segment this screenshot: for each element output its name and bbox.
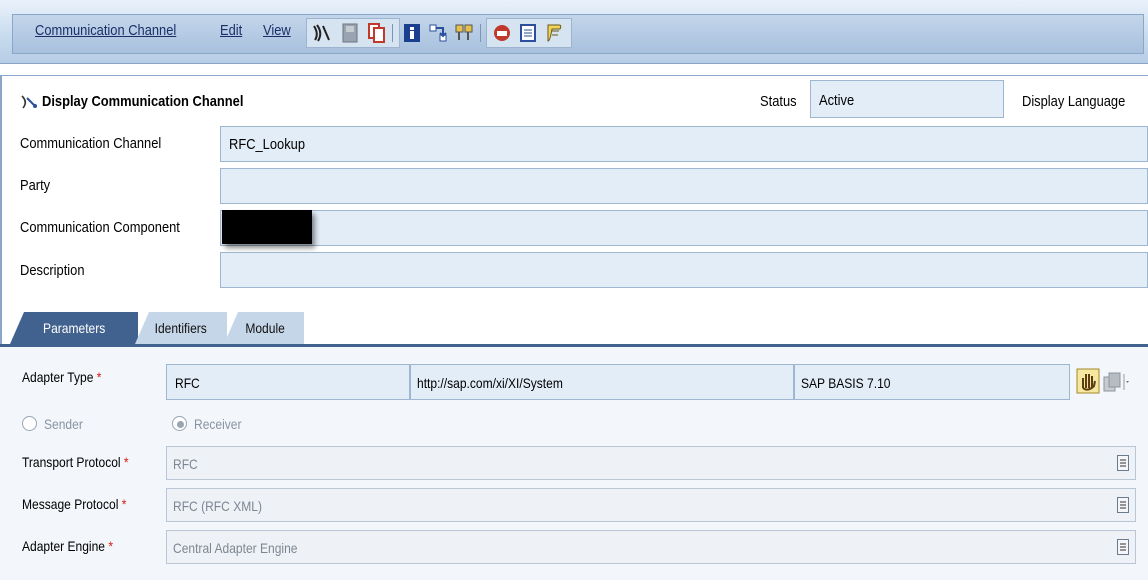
component-field[interactable] [220,210,1148,246]
info-icon[interactable] [400,20,424,46]
hand-icon[interactable] [1076,368,1100,394]
description-field[interactable] [220,252,1148,288]
dropdown-icon[interactable] [1117,539,1129,555]
menu-communication-channel[interactable]: Communication Channel [35,22,176,39]
receiver-radio[interactable] [172,416,187,431]
properties-icon[interactable] [516,20,540,46]
copy-dropdown-icon[interactable] [1102,370,1132,394]
display-language-label: Display Language [1022,93,1126,110]
party-field[interactable] [220,168,1148,204]
compare-icon[interactable] [452,20,476,46]
tab-parameters-label: Parameters [42,320,106,336]
edit-icon[interactable] [310,20,334,46]
tab-module[interactable]: Module [224,312,304,344]
status-value: Active [819,92,855,109]
transport-protocol-label: Transport Protocol * [22,454,129,470]
adapter-engine-value: Central Adapter Engine [173,540,298,556]
message-protocol-value: RFC (RFC XML) [173,498,262,514]
adapter-swcv-value: SAP BASIS 7.10 [801,375,891,391]
menu-edit[interactable]: Edit [220,22,242,39]
receiver-label: Receiver [194,416,242,432]
adapter-engine-select[interactable]: Central Adapter Engine [166,530,1136,564]
toolbar-separator [480,24,481,42]
adapter-type-value: RFC [175,375,200,391]
tab-underline [0,344,1148,347]
tab-parameters[interactable]: Parameters [10,312,138,344]
adapter-type-field[interactable]: RFC [166,364,410,400]
status-label: Status [760,93,797,110]
channel-name-value: RFC_Lookup [229,136,306,153]
sender-radio[interactable] [22,416,37,431]
adapter-namespace-field[interactable]: http://sap.com/xi/XI/System [410,364,794,400]
menu-view[interactable]: View [263,22,291,39]
message-protocol-select[interactable]: RFC (RFC XML) [166,488,1136,522]
required-marker: * [108,538,114,554]
sender-label: Sender [44,416,83,432]
transport-protocol-select[interactable]: RFC [166,446,1136,480]
redaction-block [222,210,312,244]
description-label: Description [20,262,85,279]
adapter-namespace-value: http://sap.com/xi/XI/System [417,375,563,391]
required-marker: * [121,496,127,512]
header-top-rule [0,75,1148,76]
channel-name-label: Communication Channel [20,135,162,152]
notes-icon[interactable] [542,20,566,46]
save-icon[interactable] [338,20,362,46]
party-label: Party [20,177,51,194]
toolbar-separator [392,24,393,42]
copy-icon[interactable] [364,20,388,46]
tab-identifiers[interactable]: Identifiers [135,312,227,344]
required-marker: * [96,369,102,385]
channel-monitor-icon[interactable] [490,20,514,46]
dropdown-icon[interactable] [1117,497,1129,513]
tab-module-label: Module [245,320,285,336]
adapter-engine-label: Adapter Engine * [22,538,114,554]
message-protocol-label: Message Protocol * [22,496,127,512]
status-field: Active [810,80,1004,118]
required-marker: * [123,454,129,470]
page-title: Display Communication Channel [42,93,244,110]
transport-protocol-value: RFC [173,456,198,472]
dropdown-icon[interactable] [1117,455,1129,471]
where-used-icon[interactable] [426,20,450,46]
display-channel-icon [20,94,38,110]
tab-identifiers-label: Identifiers [154,320,207,336]
adapter-type-label: Adapter Type * [22,369,102,385]
channel-name-field[interactable]: RFC_Lookup [220,126,1148,162]
component-label: Communication Component [20,219,180,236]
adapter-swcv-field[interactable]: SAP BASIS 7.10 [794,364,1070,400]
menu-bar-inner [12,14,1144,54]
